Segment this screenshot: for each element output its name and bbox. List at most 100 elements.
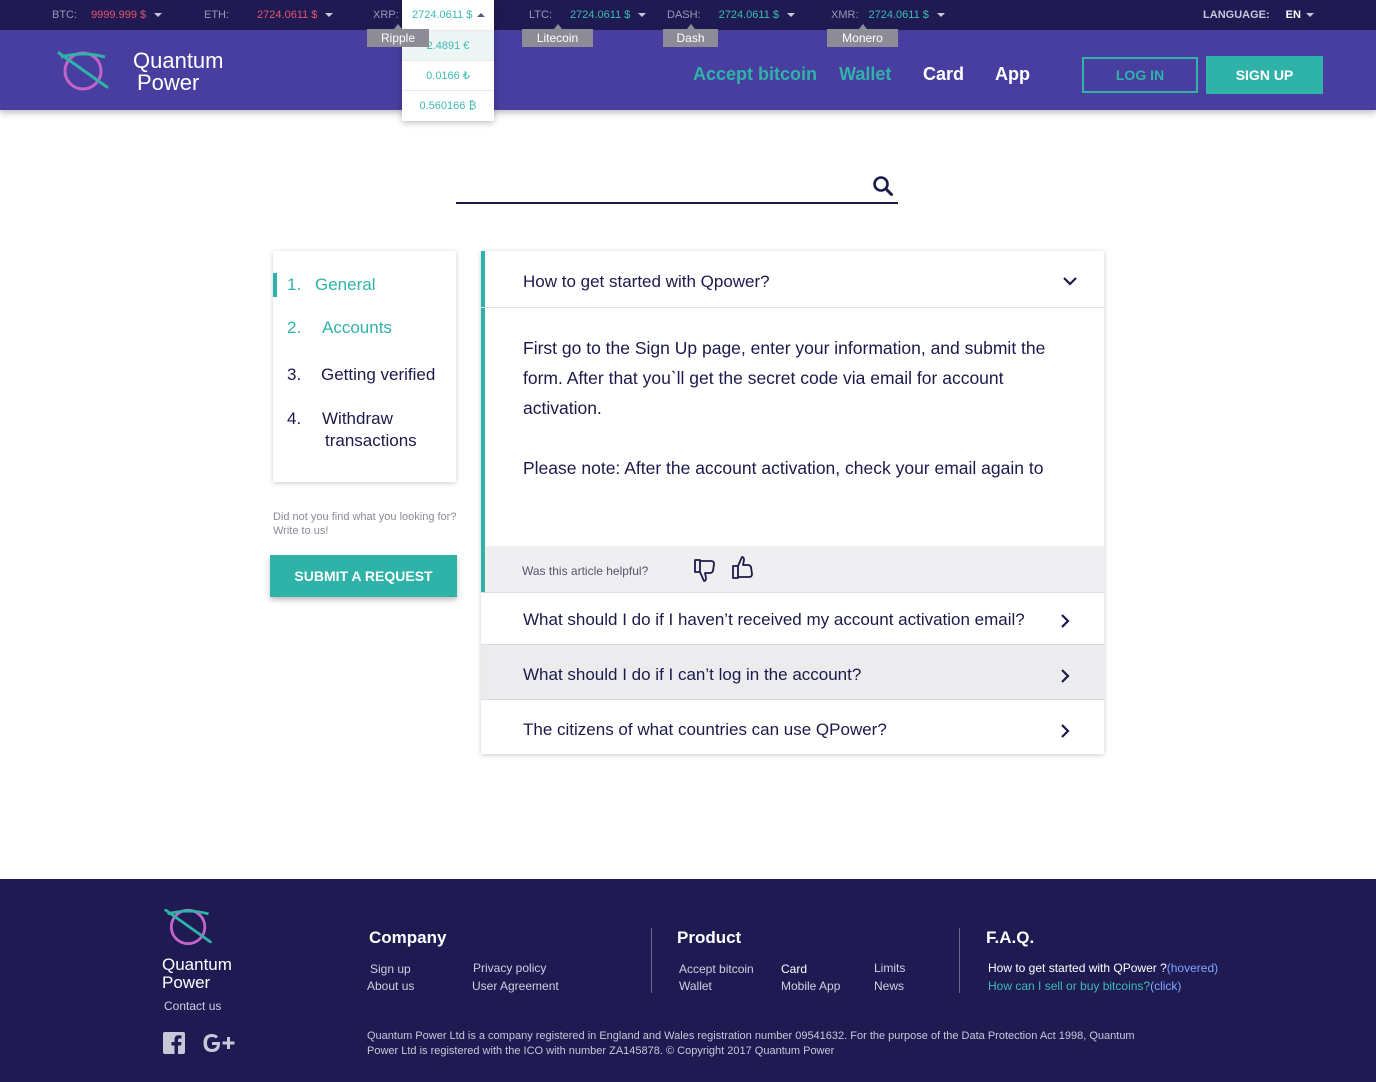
footer-link-card[interactable]: Card [781,962,807,976]
thumbs-up-icon[interactable] [731,555,755,581]
legal-notice: Quantum Power Ltd is a company registere… [367,1030,1135,1057]
chevron-down-icon [1063,277,1077,286]
ticker-ltc-label: LTC: [529,9,553,21]
search-icon[interactable] [872,175,894,197]
ticker-dash[interactable]: DASH: 2724.0611 $ [667,9,795,21]
footer-logo-line-2: Power [162,973,211,992]
ticker-ltc[interactable]: LTC: 2724.0611 $ [529,9,647,21]
ticker-xmr[interactable]: XMR: 2724.0611 $ [831,9,945,21]
submit-request-button[interactable]: SUBMIT A REQUEST [270,555,457,597]
sidebar-item-label: Accounts [322,318,392,337]
facebook-icon[interactable] [163,1032,185,1054]
signup-button[interactable]: SIGN UP [1206,56,1323,94]
xrp-value: 2724.0611 $ [412,9,473,21]
footer-faq-link-2-text: How can I sell or buy bitcoins? [988,979,1151,993]
ticker-xmr-label: XMR: [831,9,859,21]
nav-accept-bitcoin[interactable]: Accept bitcoin [693,64,817,85]
ticker-eth-value: 2724.0611 $ [257,9,318,21]
sidebar-item-getting-verified[interactable]: 3. Getting verified [287,365,435,385]
faq-question-text: How to get started with Qpower? [523,272,770,291]
nav-card[interactable]: Card [923,64,964,85]
footer-link-limits[interactable]: Limits [874,961,905,975]
chevron-up-icon [477,13,486,18]
sidebar-item-label: General [315,275,376,294]
faq-question-text: What should I do if I haven’t received m… [523,610,1025,629]
xrp-option-btc[interactable]: 0.560166 ₿ [402,90,494,120]
sidebar-item-general[interactable]: 1. General [287,275,375,295]
footer-link-news[interactable]: News [874,979,904,993]
quantum-logo-icon[interactable] [55,47,113,93]
chevron-right-icon [1061,614,1070,628]
social-links [163,1031,239,1055]
sidebar-item-withdraw[interactable]: 4. Withdraw transactions [287,408,417,452]
faq-question-open[interactable]: How to get started with Qpower? [481,251,1104,308]
logo-line-2: Power [137,70,200,95]
nav-wallet[interactable]: Wallet [839,64,891,85]
tooltip-monero: Monero [827,24,898,47]
thumbs-down-icon[interactable] [693,557,717,583]
search-input[interactable] [456,171,856,199]
ticker-btc[interactable]: BTC: 9999.999 $ [52,9,163,21]
footer-faq-link-1-state: (hovered) [1166,961,1219,975]
sidebar-item-num: 2. [287,318,302,337]
faq-question[interactable]: What should I do if I can’t log in the a… [481,644,1104,699]
language-value: EN [1285,9,1301,21]
chevron-right-icon [1061,669,1070,683]
footer-divider [651,928,652,993]
tooltip-ripple: Ripple [367,24,429,47]
help-note: Did not you find what you looking for? W… [273,511,457,537]
faq-question[interactable]: What should I do if I haven’t received m… [481,592,1104,647]
faq-question-text: The citizens of what countries can use Q… [523,720,887,739]
xrp-selected-value[interactable]: 2724.0611 $ [402,0,494,30]
active-indicator [273,273,277,297]
nav-app[interactable]: App [995,64,1030,85]
footer-faq-link-2-state: (click) [1150,979,1182,993]
chevron-down-icon [936,13,945,18]
faq-question[interactable]: The citizens of what countries can use Q… [481,699,1104,754]
faq-answer-paragraph-1: First go to the Sign Up page, enter your… [523,338,1046,418]
contact-us-link[interactable]: Contact us [164,999,221,1013]
logo-text[interactable]: Quantum Power [133,50,224,94]
sidebar-item-accounts[interactable]: 2. Accounts [287,318,392,338]
footer-link-user-agreement[interactable]: User Agreement [472,979,559,993]
helpful-feedback: Was this article helpful? [485,546,1104,592]
ticker-xmr-value: 2724.0611 $ [868,9,929,21]
sidebar-item-label: Withdraw [322,409,393,428]
tooltip-dash: Dash [663,24,718,47]
footer-faq-title: F.A.Q. [986,928,1035,947]
language-selector[interactable]: LANGUAGE: EN [1203,9,1314,21]
faq-answer: First go to the Sign Up page, enter your… [523,333,1083,483]
sidebar-item-num: 3. [287,365,302,384]
search-bar [456,171,898,204]
google-plus-icon[interactable] [201,1031,239,1055]
ticker-dash-label: DASH: [667,9,701,21]
footer-company-title: Company [369,928,447,947]
footer: Quantum Power Contact us Company Sign up… [0,879,1376,1082]
footer-logo-text[interactable]: Quantum Power [162,956,232,992]
ticker-eth[interactable]: ETH: 2724.0611 $ [204,9,334,21]
footer-link-about[interactable]: About us [367,979,414,993]
quantum-logo-icon[interactable] [162,904,216,948]
faq-accordion: How to get started with Qpower? First go… [481,251,1104,754]
xrp-currency-dropdown[interactable]: 2724.0611 $ 2.4891 € 0.0166 ₺ 0.560166 ₿ [402,0,494,121]
footer-link-wallet[interactable]: Wallet [679,979,712,993]
chevron-right-icon [1061,724,1070,738]
footer-link-mobile-app[interactable]: Mobile App [781,979,840,993]
sidebar-item-label: Getting verified [321,365,436,384]
footer-link-privacy[interactable]: Privacy policy [473,961,546,975]
xrp-option-try[interactable]: 0.0166 ₺ [402,60,494,90]
footer-faq-link-2[interactable]: How can I sell or buy bitcoins?(click) [988,979,1181,993]
footer-faq-link-1-text: How to get started with QPower ? [988,961,1167,975]
helpful-label: Was this article helpful? [522,564,649,578]
footer-link-signup[interactable]: Sign up [370,962,411,976]
logo-line-1: Quantum [133,48,224,73]
chevron-down-icon [638,13,647,18]
faq-question-text: What should I do if I can’t log in the a… [523,665,862,684]
ticker-btc-label: BTC: [52,9,78,21]
footer-faq-link-1[interactable]: How to get started with QPower ?(hovered… [988,961,1218,975]
login-button[interactable]: LOG IN [1082,57,1198,93]
chevron-down-icon [786,13,795,18]
ticker-eth-label: ETH: [204,9,230,21]
chevron-down-icon [325,13,334,18]
footer-link-accept-bitcoin[interactable]: Accept bitcoin [679,962,754,976]
